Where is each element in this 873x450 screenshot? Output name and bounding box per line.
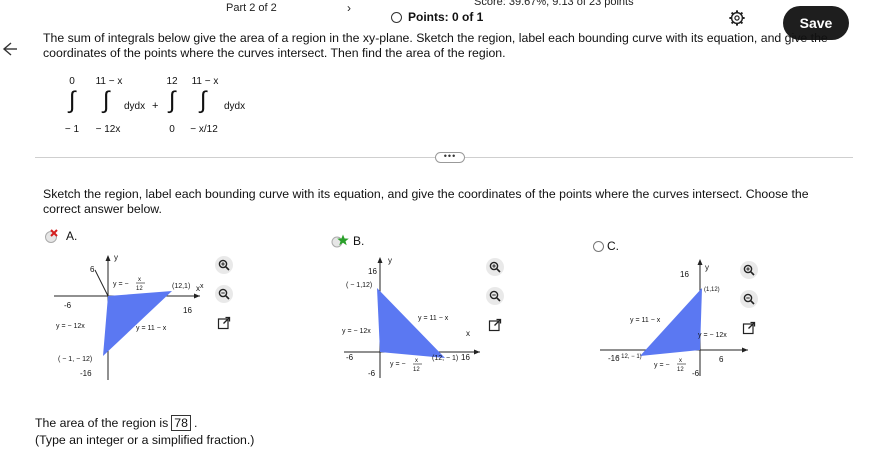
point-label-top: (1,12)	[704, 287, 720, 293]
points-circle-icon	[391, 11, 402, 23]
integral1-lower: − 1	[65, 124, 80, 135]
option-b-graph: y x 16 -6 16 -6 ( − 1,12) y = 11 − x y =…	[342, 256, 480, 378]
question-prompt: The sum of integrals below give the area…	[43, 31, 828, 60]
option-a[interactable]: A.	[43, 229, 77, 243]
integral2-inner-upper: 11 − x	[192, 76, 219, 87]
integral-expression: 0 ∫ − 1 11 − x ∫ − 12x dydx + 12 ∫ 0 11 …	[65, 76, 245, 135]
area-suffix: .	[193, 416, 198, 430]
integral1-integrand: dydx	[124, 101, 145, 112]
integral2-upper: 12	[166, 76, 178, 87]
points-indicator: Points: 0 of 1	[391, 10, 483, 24]
zoom-out-button[interactable]	[740, 290, 758, 308]
point-label-right: (12, − 1)	[432, 355, 458, 362]
curve-label-bottom-num: x	[679, 358, 682, 364]
zoom-in-icon	[218, 259, 230, 271]
tick-x-left: -6	[64, 301, 72, 310]
option-b-label: B.	[353, 234, 365, 248]
open-external-icon[interactable]	[742, 321, 756, 335]
integral-sign-icon: ∫	[67, 87, 77, 114]
option-c-radio[interactable]	[593, 240, 604, 252]
curve-label-right: y = 11 − x	[418, 315, 449, 322]
region-shape	[377, 288, 445, 358]
zoom-in-button[interactable]	[215, 256, 233, 274]
zoom-out-icon	[489, 290, 501, 302]
point-label-top: ( − 1,12)	[346, 282, 372, 289]
incorrect-x-icon	[45, 229, 58, 243]
instruction-text: Sketch the region, label each bounding c…	[43, 187, 809, 216]
curve-label-top-num: x	[138, 277, 141, 283]
answer-hint: (Type an integer or a simplified fractio…	[35, 433, 255, 447]
integral-sign-icon: ∫	[198, 87, 208, 114]
back-arrow-icon[interactable]	[2, 39, 18, 59]
y-axis-label: y	[388, 256, 392, 265]
curve-label-bottom: y = −	[654, 362, 670, 369]
svg-text:x: x	[200, 283, 204, 290]
option-a-label: A.	[66, 229, 78, 243]
tick-y-top: 16	[680, 270, 689, 279]
zoom-in-button[interactable]	[486, 258, 504, 276]
point-label-right: (12,1)	[172, 283, 190, 290]
integral1-inner-upper: 11 − x	[96, 76, 123, 87]
tick-x-right: 16	[461, 353, 470, 362]
integral2-integrand: dydx	[224, 101, 245, 112]
integral2-lower: 0	[169, 124, 175, 135]
more-button[interactable]: •••	[435, 152, 465, 163]
y-axis-label: y	[705, 263, 709, 272]
point-label-bottom: ( − 1, − 12)	[58, 356, 92, 363]
plus-sign: +	[152, 100, 158, 112]
option-c-label: C.	[607, 239, 619, 253]
option-b[interactable]: B.	[330, 234, 364, 248]
curve-label-bottom-den: 12	[677, 367, 684, 373]
region-shape	[103, 291, 172, 356]
x-axis-label: x	[466, 329, 470, 338]
tick-y-top: 16	[368, 267, 377, 276]
zoom-out-icon	[218, 288, 230, 300]
curve-label-top: y = −	[113, 281, 129, 288]
option-a-graph: y x 6 -6 16 -16 y = − x 12 (12,1) x y = …	[54, 253, 204, 380]
area-answer-line: The area of the region is 78 .	[35, 415, 197, 431]
tick-y-top: 6	[90, 265, 95, 274]
correct-star-icon	[331, 234, 349, 248]
option-c[interactable]: C.	[593, 239, 619, 253]
score-text: Score: 39.67%, 9.13 of 23 points	[474, 0, 634, 8]
integral-sign-icon: ∫	[167, 87, 177, 114]
zoom-in-button[interactable]	[740, 261, 758, 279]
tick-x-right: 6	[719, 355, 724, 364]
curve-label-bottom-den: 12	[413, 367, 420, 373]
point-label-left: − 12, − 1)	[616, 354, 642, 360]
chevron-right-icon[interactable]: ›	[347, 1, 351, 15]
curve-label-left: y = 11 − x	[630, 317, 661, 324]
y-axis-label: y	[114, 253, 118, 262]
zoom-out-button[interactable]	[486, 287, 504, 305]
tick-x-right: 16	[183, 306, 192, 315]
curve-label-left: y = − 12x	[56, 323, 85, 330]
zoom-out-icon	[743, 293, 755, 305]
points-text: Points: 0 of 1	[408, 10, 484, 24]
integral1-inner-lower: − 12x	[96, 124, 121, 135]
curve-label-right: y = − 12x	[698, 332, 727, 339]
area-answer-field[interactable]: 78	[171, 415, 191, 431]
gear-icon[interactable]	[728, 9, 746, 27]
open-external-icon[interactable]	[488, 318, 502, 332]
integral-sign-icon: ∫	[101, 87, 111, 114]
curve-label-bottom: y = −	[390, 361, 406, 368]
tick-y-bottom: -6	[368, 369, 376, 378]
curve-label-left: y = − 12x	[342, 328, 371, 335]
tick-y-bottom: -6	[692, 369, 700, 378]
integral2-inner-lower: − x/12	[190, 124, 218, 135]
curve-label-top-den: 12	[136, 286, 143, 292]
curve-label-right: y = 11 − x	[136, 325, 167, 332]
curve-label-bottom-num: x	[415, 358, 418, 364]
tick-x-left: -6	[346, 353, 354, 362]
integral1-upper: 0	[69, 76, 75, 87]
zoom-out-button[interactable]	[215, 285, 233, 303]
zoom-in-icon	[743, 264, 755, 276]
area-prefix: The area of the region is	[35, 416, 169, 430]
tick-y-bottom: -16	[80, 369, 92, 378]
open-external-icon[interactable]	[217, 316, 231, 330]
part-indicator: Part 2 of 2	[226, 2, 277, 14]
zoom-in-icon	[489, 261, 501, 273]
option-c-graph: y 16 -16 6 -6 (1,12) y = 11 − x y = − 12…	[600, 259, 748, 378]
